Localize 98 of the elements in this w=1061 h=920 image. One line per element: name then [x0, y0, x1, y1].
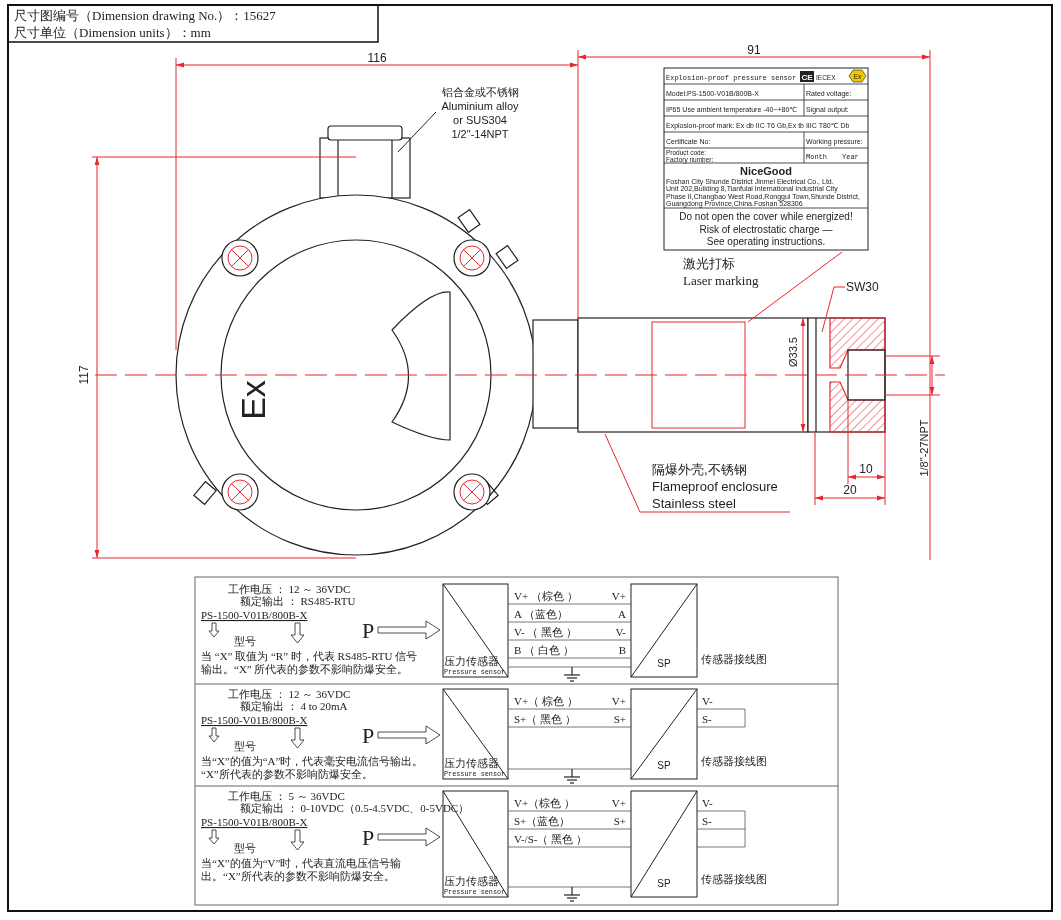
- model-label: 型号: [234, 635, 256, 647]
- ex-mark: Ex: [234, 380, 272, 420]
- dimension-line: [929, 355, 935, 396]
- pressure-symbol: P: [361, 825, 375, 850]
- wiring-caption: 传感器接线图: [701, 755, 767, 767]
- terminal-label: B: [618, 644, 626, 656]
- down-arrow-icon: [208, 622, 220, 638]
- wiring-note: 当“X”的值为“A”时，代表毫安电流信号输出。: [201, 755, 424, 767]
- terminal-label: V+: [611, 797, 626, 809]
- dimension-line: [847, 474, 886, 480]
- model-label: 型号: [234, 740, 256, 752]
- output-label: S-: [702, 713, 712, 725]
- terminal-label: V+: [611, 590, 626, 602]
- enclosure-label: Flameproof enclosure: [652, 479, 778, 494]
- wire-label: V+ （棕色 ）: [514, 590, 578, 602]
- model-number: PS-1500-V01B/800B-X: [201, 609, 308, 621]
- wiring-note: 输出。“X” 所代表的参数不影响防爆安全。: [201, 663, 409, 675]
- wiring-note: 当 “X” 取值为 “R” 时，代表 RS485-RTU 信号: [201, 650, 418, 662]
- bolt-drawing: [453, 473, 491, 511]
- dimension-line: [814, 495, 886, 501]
- terminal-label: V+: [611, 695, 626, 707]
- sp-label: SP: [657, 760, 671, 771]
- output-wire-drawing: [696, 708, 746, 728]
- bolt-drawing: [221, 473, 259, 511]
- dimension-label: 116: [367, 51, 387, 65]
- bolt-drawing: [221, 239, 259, 277]
- warning-text: Risk of electrostatic charge —: [699, 223, 833, 235]
- enclosure-label: 隔爆外壳,不锈钢: [652, 462, 747, 477]
- output-wire-drawing: [696, 810, 746, 848]
- model-label: 型号: [234, 842, 256, 854]
- pressure-symbol: P: [361, 723, 375, 748]
- dimension-label: 1/8"-27NPT: [918, 419, 930, 477]
- supply-voltage: 工作电压 ： 5 ～ 36VDC: [228, 790, 345, 802]
- wiring-caption: 传感器接线图: [701, 653, 767, 665]
- rated-output: 额定输出 ： 0-10VDC（0.5-4.5VDC、0-5VDC）: [240, 802, 470, 814]
- sp-label: SP: [657, 658, 671, 669]
- material-label: 铝合金或不锈钢: [441, 86, 519, 98]
- material-label: or SUS304: [453, 114, 507, 126]
- down-arrow-icon: [290, 622, 305, 644]
- dimension-label: 20: [843, 483, 857, 497]
- model-number: PS-1500-V01B/800B-X: [201, 816, 308, 828]
- enclosure-label: Stainless steel: [652, 496, 736, 511]
- right-arrow-icon: [377, 827, 441, 847]
- company-logo: NiceGood: [740, 165, 792, 177]
- pressure-symbol: P: [361, 618, 375, 643]
- right-arrow-icon: [377, 725, 441, 745]
- wiring-note: “X”所代表的参数不影响防爆安全。: [201, 768, 373, 780]
- wiring-caption: 传感器接线图: [701, 873, 767, 885]
- wire-label: V- （ 黑色 ）: [514, 626, 577, 638]
- down-arrow-icon: [208, 829, 220, 845]
- supply-voltage: 工作电压 ： 12 ～ 36VDC: [228, 688, 351, 700]
- leader-line: [397, 111, 437, 153]
- ground-icon: [563, 666, 581, 682]
- wiring-note: 当“X”的值为“V”时，代表直流电压信号输: [201, 857, 402, 869]
- wire-label: S+（ 黑色 ）: [514, 713, 576, 725]
- ground-icon: [563, 886, 581, 902]
- down-arrow-icon: [208, 727, 220, 743]
- rated-output: 额定输出 ： 4 to 20mA: [240, 700, 348, 712]
- wire-label: B （ 白色 ）: [514, 644, 574, 656]
- output-label: V-: [702, 695, 713, 707]
- wire-label: V-/S-（ 黑色 ）: [514, 833, 587, 845]
- model-number: PS-1500-V01B/800B-X: [201, 714, 308, 726]
- dimension-label: 117: [77, 365, 91, 385]
- terminal-label: S+: [613, 815, 626, 827]
- sensor-label: 压力传感器: [444, 655, 499, 667]
- supply-voltage: 工作电压 ： 12 ～ 36VDC: [228, 583, 351, 595]
- wire-label: V+（ 棕色 ）: [514, 695, 578, 707]
- dimension-units: 尺寸单位（Dimension units）：mm: [14, 25, 211, 40]
- drawing-number: 尺寸图编号（Dimension drawing No.）：15627: [14, 8, 276, 23]
- terminal-label: S+: [613, 713, 626, 725]
- ce-mark: CE: [801, 73, 813, 82]
- dimension-label: SW30: [846, 280, 879, 294]
- dimension-label: Ø33.5: [787, 337, 799, 367]
- down-arrow-icon: [290, 727, 305, 749]
- wire-label: V+（棕色 ）: [514, 797, 575, 809]
- marking-label: Laser marking: [683, 273, 759, 288]
- sp-label: SP: [657, 878, 671, 889]
- down-arrow-icon: [290, 829, 305, 851]
- output-label: S-: [702, 815, 712, 827]
- rated-output: 额定输出 ： RS485-RTU: [240, 595, 356, 607]
- dimension-label: 91: [747, 43, 761, 57]
- dimension-label: 10: [859, 462, 873, 476]
- wire-label: S+（蓝色）: [514, 815, 571, 827]
- bolt-drawing: [453, 239, 491, 277]
- wiring-note: 出。“X”所代表的参数不影响防爆安全。: [201, 870, 395, 882]
- material-label: Aluminium alloy: [441, 100, 519, 112]
- terminal-label: A: [618, 608, 626, 620]
- material-label: 1/2"-14NPT: [451, 128, 509, 140]
- sensor-label: 压力传感器: [444, 875, 499, 887]
- right-arrow-icon: [377, 620, 441, 640]
- warning-text: Do not open the cover while energized!: [679, 211, 853, 222]
- terminal-label: V-: [615, 626, 626, 638]
- ground-icon: [563, 768, 581, 784]
- wire-label: A （蓝色）: [514, 608, 569, 620]
- output-label: V-: [702, 797, 713, 809]
- sensor-label: 压力传感器: [444, 757, 499, 769]
- marking-label: 激光打标: [683, 256, 735, 271]
- warning-text: See operating instructions.: [706, 236, 826, 247]
